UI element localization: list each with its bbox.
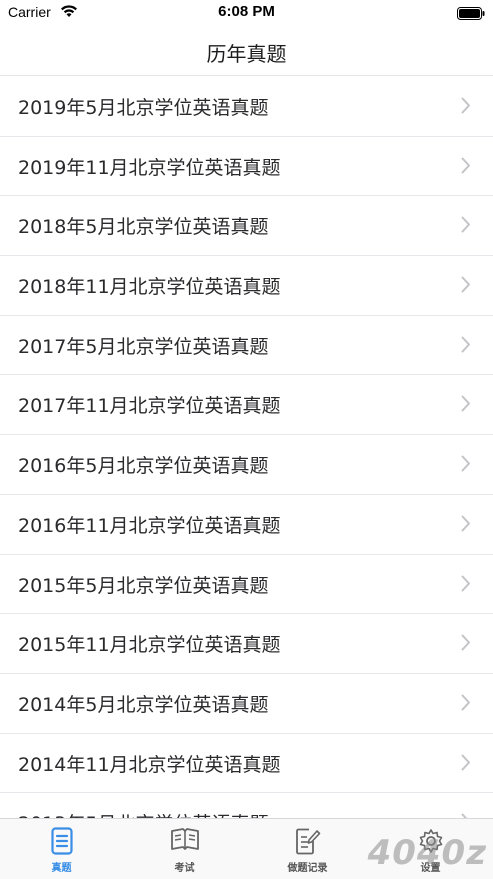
list-item-label: 2014年5月北京学位英语真题 <box>18 693 269 716</box>
list-item-label: 2016年5月北京学位英语真题 <box>18 455 269 478</box>
chevron-right-icon <box>461 575 471 596</box>
chevron-right-icon <box>461 634 471 655</box>
tab-bar: 真题 考试 做题记录 设置 4040z <box>0 818 493 879</box>
list-item[interactable]: 2016年11月北京学位英语真题 <box>0 495 493 555</box>
chevron-right-icon <box>461 694 471 715</box>
tab-exam-papers[interactable]: 真题 <box>0 819 123 879</box>
chevron-right-icon <box>461 216 471 237</box>
tab-label: 做题记录 <box>287 863 328 874</box>
navigation-bar: 历年真题 <box>0 24 493 76</box>
edit-note-icon <box>295 827 321 859</box>
list-item[interactable]: 2013年5月北京学位英语真题 <box>0 793 493 818</box>
page-title: 历年真题 <box>206 42 287 66</box>
list-item-label: 2016年11月北京学位英语真题 <box>18 514 281 537</box>
chevron-right-icon <box>461 515 471 536</box>
list-item-label: 2018年11月北京学位英语真题 <box>18 276 281 299</box>
list-item-label: 2019年5月北京学位英语真题 <box>18 97 269 119</box>
book-icon <box>170 827 200 857</box>
chevron-right-icon <box>461 336 471 357</box>
list-item[interactable]: 2018年5月北京学位英语真题 <box>0 196 493 257</box>
list-item[interactable]: 2015年11月北京学位英语真题 <box>0 614 493 674</box>
tab-label: 考试 <box>174 863 195 874</box>
tab-label: 真题 <box>51 863 72 874</box>
list-item-label: 2017年5月北京学位英语真题 <box>18 335 269 358</box>
list-item[interactable]: 2019年11月北京学位英语真题 <box>0 137 493 197</box>
list-item[interactable]: 2017年5月北京学位英语真题 <box>0 316 493 376</box>
list-item-label: 2019年11月北京学位英语真题 <box>18 156 281 179</box>
chevron-right-icon <box>461 455 471 476</box>
list-item[interactable]: 2018年11月北京学位英语真题 <box>0 256 493 316</box>
list-item[interactable]: 2016年5月北京学位英语真题 <box>0 435 493 495</box>
watermark-logo: 4040z <box>367 833 487 873</box>
list-item[interactable]: 2015年5月北京学位英语真题 <box>0 555 493 615</box>
list-item-label: 2018年5月北京学位英语真题 <box>18 216 269 239</box>
status-bar: Carrier 6:08 PM <box>0 0 493 24</box>
list-item-label: 2017年11月北京学位英语真题 <box>18 395 281 418</box>
list-item-label: 2015年11月北京学位英语真题 <box>18 634 281 657</box>
list-item-label: 2014年11月北京学位英语真题 <box>18 753 281 776</box>
chevron-right-icon <box>461 276 471 297</box>
list-item[interactable]: 2017年11月北京学位英语真题 <box>0 375 493 436</box>
list-item[interactable]: 2014年5月北京学位英语真题 <box>0 674 493 734</box>
status-time: 6:08 PM <box>218 3 275 20</box>
list-item-label: 2015年5月北京学位英语真题 <box>18 574 269 597</box>
list-item-label: 2013年5月北京学位英语真题 <box>18 809 268 818</box>
chevron-right-icon <box>461 754 471 775</box>
exam-list[interactable]: 2019年5月北京学位英语真题 2019年11月北京学位英语真题 2018年5月… <box>0 77 493 818</box>
chevron-right-icon <box>461 97 471 118</box>
document-icon <box>50 827 73 859</box>
battery-icon <box>457 5 485 24</box>
list-item[interactable]: 2014年11月北京学位英语真题 <box>0 734 493 794</box>
tab-exam[interactable]: 考试 <box>123 819 246 879</box>
chevron-right-icon <box>461 157 471 178</box>
tab-records[interactable]: 做题记录 <box>246 819 369 879</box>
list-item[interactable]: 2019年5月北京学位英语真题 <box>0 77 493 137</box>
chevron-right-icon <box>461 395 471 416</box>
